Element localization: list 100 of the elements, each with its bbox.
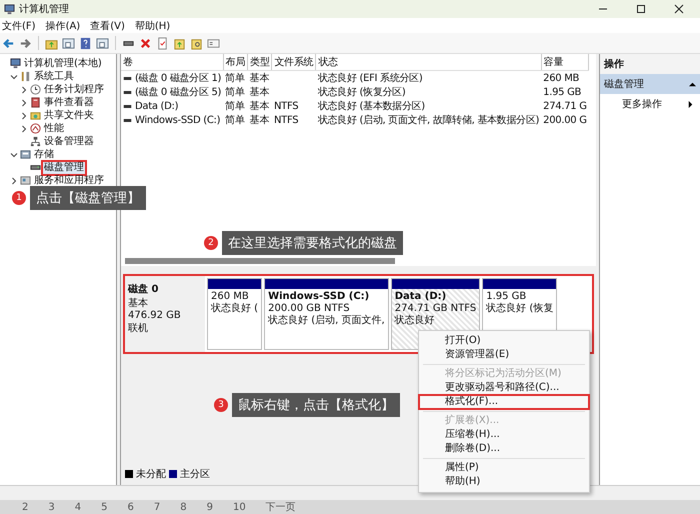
collapse-chevron-icon[interactable]: [10, 72, 18, 80]
table-cell: 状态良好 (恢复分区): [318, 87, 406, 98]
tree-item[interactable]: 磁盘管理: [43, 162, 85, 174]
properties-icon[interactable]: [207, 36, 220, 50]
partition-info: 状态良好 (启动, 页面文件,: [268, 315, 385, 327]
actions-section[interactable]: 磁盘管理: [600, 74, 700, 94]
tree-item[interactable]: 计算机管理(本地): [23, 58, 103, 70]
help-icon[interactable]: [79, 36, 92, 50]
collapse-triangle-icon[interactable]: [689, 80, 696, 88]
context-menu-item[interactable]: 帮助(H): [419, 475, 589, 489]
pane-icon[interactable]: [96, 36, 109, 50]
page-link[interactable]: 下一页: [266, 500, 296, 514]
callout-label: 点击【磁盘管理】: [30, 186, 146, 210]
table-cell: 状态良好 (基本数据分区): [318, 101, 425, 112]
legend-label: 主分区: [180, 468, 210, 481]
menu-item[interactable]: 操作(A): [46, 18, 80, 32]
table-cell: 简单: [225, 73, 245, 84]
partition-block[interactable]: 260 MB 状态良好 (: [207, 278, 262, 350]
actions-header: 操作: [600, 54, 700, 74]
context-menu-item[interactable]: 删除卷(D)...: [419, 442, 589, 456]
expand-chevron-icon[interactable]: [20, 86, 28, 94]
folder-up-icon[interactable]: [173, 36, 186, 50]
column-header[interactable]: 文件系统: [272, 54, 316, 70]
page-link[interactable]: 5: [101, 502, 108, 512]
action-link[interactable]: 更多操作: [622, 97, 662, 111]
callout-label: 鼠标右键，点击【格式化】: [232, 393, 400, 417]
table-cell: 基本: [250, 87, 269, 98]
partition-block[interactable]: Windows-SSD (C:) 200.00 GB NTFS 状态良好 (启动, 页面文件,: [264, 278, 389, 350]
page-link[interactable]: 2: [22, 502, 28, 512]
performance-icon: [30, 123, 41, 134]
page-link[interactable]: 3: [48, 502, 55, 512]
column-header[interactable]: 类型: [248, 54, 272, 70]
page-link[interactable]: 10: [233, 502, 246, 512]
pane-icon[interactable]: [62, 36, 75, 50]
page-link[interactable]: 8: [180, 502, 187, 512]
context-menu-item[interactable]: 格式化(F)...: [419, 395, 589, 409]
context-menu-item[interactable]: 压缩卷(H)...: [419, 428, 589, 442]
partition-title: Data (D:): [394, 291, 448, 303]
computer-icon: [10, 58, 21, 69]
collapse-chevron-icon[interactable]: [10, 150, 18, 158]
page-link[interactable]: 4: [74, 502, 82, 512]
table-cell-text: (磁盘 0 磁盘分区 5): [135, 86, 222, 99]
partition-info: 260 MB: [211, 291, 250, 302]
column-header[interactable]: 卷: [121, 54, 224, 70]
scrollbar-thumb[interactable]: [125, 258, 395, 264]
context-menu-item[interactable]: 资源管理器(E): [419, 348, 589, 362]
tree-item[interactable]: 任务计划程序: [43, 84, 105, 96]
volume-icon: [123, 105, 132, 108]
partition-info: 1.95 GB: [486, 291, 528, 302]
disk-info: 基本: [128, 296, 149, 310]
context-menu-item[interactable]: 更改驱动器号和路径(C)...: [419, 381, 589, 395]
menu-item[interactable]: 查看(V): [90, 18, 125, 32]
disk-info: 联机: [128, 322, 149, 335]
page-link[interactable]: 9: [206, 502, 213, 512]
callout-label: 在这里选择需要格式化的磁盘: [222, 231, 403, 255]
disk-name: 磁盘 0: [128, 282, 160, 296]
volume-icon: [123, 119, 132, 122]
folder-search-icon[interactable]: [190, 36, 203, 50]
table-cell: 简单: [225, 101, 245, 112]
partition-info: 200.00 GB NTFS: [268, 303, 351, 314]
expand-chevron-icon[interactable]: [20, 112, 28, 120]
expand-chevron-icon[interactable]: [20, 98, 28, 106]
drive-icon: [30, 162, 41, 173]
page-link[interactable]: 6: [128, 502, 134, 512]
menu-item[interactable]: 文件(F): [2, 18, 36, 32]
page-link[interactable]: 7: [154, 502, 160, 512]
volume-icon: [123, 90, 132, 94]
table-cell: 简单: [225, 87, 245, 98]
column-header[interactable]: 容量: [541, 54, 589, 70]
context-menu-item[interactable]: 属性(P): [419, 461, 589, 475]
table-cell: 200.00 G: [543, 114, 587, 126]
tree-item[interactable]: 服务和应用程序: [33, 174, 105, 186]
close-icon[interactable]: [674, 4, 684, 14]
maximize-icon[interactable]: [636, 4, 646, 14]
expand-chevron-icon[interactable]: [10, 176, 18, 184]
column-header[interactable]: 布局: [223, 54, 248, 70]
tree-item[interactable]: 性能: [43, 122, 65, 134]
column-header[interactable]: 状态: [316, 54, 542, 70]
tree-item[interactable]: 共享文件夹: [43, 110, 95, 122]
table-cell: 260 MB: [543, 72, 580, 84]
partition-info: 状态良好 (恢复: [486, 303, 554, 315]
tree-item[interactable]: 存储: [33, 148, 55, 160]
table-cell: 状态良好 (启动, 页面文件, 故障转储, 基本数据分区): [318, 115, 540, 126]
table-cell: 简单: [225, 115, 245, 126]
tree-item[interactable]: 事件查看器: [43, 96, 95, 108]
submenu-arrow-icon: [687, 100, 694, 108]
tree-item[interactable]: 系统工具: [33, 70, 75, 82]
table-cell: Data (D:): [135, 101, 178, 112]
delete-icon[interactable]: [139, 36, 152, 50]
back-arrow-icon[interactable]: [2, 36, 15, 50]
table-cell: 基本: [250, 101, 269, 112]
checklist-icon[interactable]: [156, 36, 169, 50]
forward-arrow-icon[interactable]: [19, 36, 32, 50]
tree-item[interactable]: 设备管理器: [43, 136, 95, 148]
table-cell: 基本: [250, 115, 269, 126]
shared-folder-icon: [30, 110, 41, 121]
menu-item[interactable]: 帮助(H): [134, 18, 170, 32]
volume-icon: [123, 76, 132, 80]
partition-title: Windows-SSD (C:): [268, 291, 370, 303]
expand-chevron-icon[interactable]: [20, 124, 28, 132]
